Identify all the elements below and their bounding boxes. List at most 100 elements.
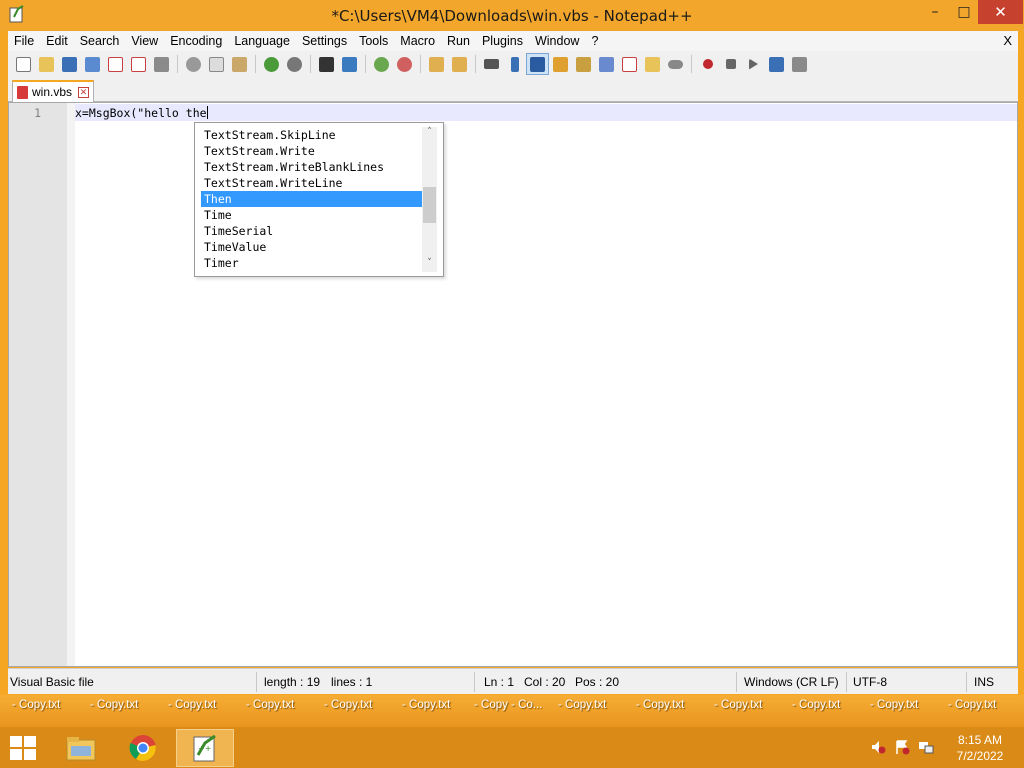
close-document-button[interactable]: X	[1003, 33, 1012, 48]
scroll-down-icon[interactable]: ˅	[422, 258, 437, 272]
desktop-file-label[interactable]: - Copy.txt	[558, 699, 606, 711]
document-list-icon[interactable]	[595, 53, 618, 75]
menu-encoding[interactable]: Encoding	[164, 34, 228, 48]
zoom-out-icon[interactable]	[393, 53, 416, 75]
chrome-icon	[129, 735, 156, 761]
minimize-button[interactable]: –	[920, 0, 950, 24]
tab-label: win.vbs	[32, 85, 73, 99]
desktop-file-label[interactable]: - Copy - Co...	[474, 699, 542, 711]
status-bar: Visual Basic file length : 19 lines : 1 …	[8, 668, 1018, 694]
scroll-thumb[interactable]	[423, 187, 436, 223]
word-wrap-icon[interactable]	[480, 53, 503, 75]
desktop-file-label[interactable]: - Copy.txt	[714, 699, 762, 711]
desktop-file-label[interactable]: - Copy.txt	[12, 699, 60, 711]
menu-view[interactable]: View	[125, 34, 164, 48]
show-all-characters-icon[interactable]	[503, 53, 526, 75]
title-bar: *C:\Users\VM4\Downloads\win.vbs - Notepa…	[0, 0, 1024, 31]
save-macro-icon[interactable]	[788, 53, 811, 75]
close-button[interactable]: ✕	[978, 0, 1023, 24]
sync-horizontal-icon[interactable]	[448, 53, 471, 75]
function-list-icon[interactable]	[618, 53, 641, 75]
menu-macro[interactable]: Macro	[394, 34, 441, 48]
menu-settings[interactable]: Settings	[296, 34, 353, 48]
desktop-file-label[interactable]: - Copy.txt	[324, 699, 372, 711]
close-all-icon[interactable]	[127, 53, 150, 75]
autocomplete-item[interactable]: TextStream.Write	[201, 143, 423, 159]
record-macro-icon[interactable]	[696, 53, 719, 75]
undo-icon[interactable]	[260, 53, 283, 75]
cut-icon[interactable]	[182, 53, 205, 75]
user-defined-language-icon[interactable]	[549, 53, 572, 75]
stop-macro-icon[interactable]	[719, 53, 742, 75]
speaker-muted-icon[interactable]	[870, 739, 886, 755]
menu-edit[interactable]: Edit	[40, 34, 74, 48]
desktop-file-label[interactable]: - Copy.txt	[870, 699, 918, 711]
code-line[interactable]: x=MsgBox("hello the	[75, 106, 208, 120]
desktop-file-label[interactable]: - Copy.txt	[636, 699, 684, 711]
autocomplete-scrollbar[interactable]: ˄ ˅	[422, 127, 437, 272]
autocomplete-item[interactable]: Timer	[201, 255, 423, 271]
taskbar-chrome[interactable]	[114, 729, 172, 767]
taskbar-notepad-plus-plus[interactable]: ++	[176, 729, 234, 767]
menu-language[interactable]: Language	[228, 34, 296, 48]
maximize-button[interactable]: □	[950, 0, 978, 24]
autocomplete-item[interactable]: TimeSerial	[201, 223, 423, 239]
taskbar-file-explorer[interactable]	[52, 729, 110, 767]
monitoring-eye-icon[interactable]	[664, 53, 687, 75]
desktop-file-label[interactable]: - Copy.txt	[948, 699, 996, 711]
print-icon[interactable]	[150, 53, 173, 75]
menu-help[interactable]: ?	[585, 34, 604, 48]
paste-icon[interactable]	[228, 53, 251, 75]
menu-plugins[interactable]: Plugins	[476, 34, 529, 48]
document-map-icon[interactable]	[572, 53, 595, 75]
taskbar: ++ 8:15 AM 7/2/2022	[0, 727, 1024, 768]
desktop-file-label[interactable]: - Copy.txt	[792, 699, 840, 711]
save-icon[interactable]	[58, 53, 81, 75]
save-all-icon[interactable]	[81, 53, 104, 75]
status-encoding[interactable]: UTF-8	[853, 669, 887, 695]
open-file-icon[interactable]	[35, 53, 58, 75]
menu-search[interactable]: Search	[74, 34, 126, 48]
menu-window[interactable]: Window	[529, 34, 585, 48]
menu-tools[interactable]: Tools	[353, 34, 394, 48]
window-title: *C:\Users\VM4\Downloads\win.vbs - Notepa…	[331, 7, 693, 25]
replace-icon[interactable]	[338, 53, 361, 75]
autocomplete-popup[interactable]: TextStream.SkipLine TextStream.Write Tex…	[194, 122, 444, 277]
folder-as-workspace-icon[interactable]	[641, 53, 664, 75]
desktop-file-label[interactable]: - Copy.txt	[402, 699, 450, 711]
autocomplete-item-selected[interactable]: Then	[201, 191, 423, 207]
close-file-icon[interactable]	[104, 53, 127, 75]
network-icon[interactable]	[918, 739, 934, 755]
scroll-up-icon[interactable]: ˄	[422, 127, 437, 141]
autocomplete-item[interactable]: TimeValue	[201, 239, 423, 255]
menu-file[interactable]: File	[8, 34, 40, 48]
toolbar-separator	[177, 55, 178, 73]
redo-icon[interactable]	[283, 53, 306, 75]
status-lines: lines : 1	[331, 675, 373, 689]
run-macro-multiple-icon[interactable]	[765, 53, 788, 75]
desktop-file-label[interactable]: - Copy.txt	[168, 699, 216, 711]
tab-win-vbs[interactable]: win.vbs ✕	[12, 80, 94, 102]
desktop-file-label[interactable]: - Copy.txt	[246, 699, 294, 711]
find-icon[interactable]	[315, 53, 338, 75]
copy-icon[interactable]	[205, 53, 228, 75]
autocomplete-item[interactable]: TextStream.WriteLine	[201, 175, 423, 191]
action-center-flag-icon[interactable]	[894, 739, 910, 755]
svg-text:++: ++	[198, 744, 211, 753]
autocomplete-item[interactable]: TextStream.SkipLine	[201, 127, 423, 143]
tab-close-icon[interactable]: ✕	[78, 86, 90, 98]
autocomplete-item[interactable]: Time	[201, 207, 423, 223]
status-eol[interactable]: Windows (CR LF)	[744, 669, 839, 695]
play-macro-icon[interactable]	[742, 53, 765, 75]
editor-area[interactable]: 1 x=MsgBox("hello the	[8, 102, 1018, 667]
zoom-in-icon[interactable]	[370, 53, 393, 75]
autocomplete-item[interactable]: TextStream.WriteBlankLines	[201, 159, 423, 175]
sync-vertical-icon[interactable]	[425, 53, 448, 75]
new-file-icon[interactable]	[12, 53, 35, 75]
taskbar-clock[interactable]: 8:15 AM 7/2/2022	[945, 732, 1015, 764]
tab-strip: win.vbs ✕	[8, 77, 1018, 102]
windows-start-icon[interactable]	[10, 736, 38, 760]
desktop-file-label[interactable]: - Copy.txt	[90, 699, 138, 711]
menu-run[interactable]: Run	[441, 34, 476, 48]
indent-guide-icon[interactable]	[526, 53, 549, 75]
